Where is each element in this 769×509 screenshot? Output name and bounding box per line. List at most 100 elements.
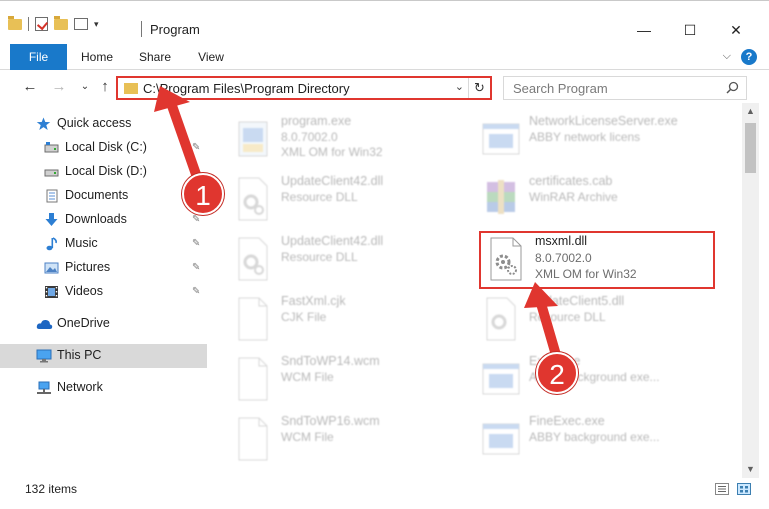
pin-icon: ✎: [192, 286, 201, 297]
list-item[interactable]: FineExec.exe ABBY background exe...: [481, 412, 721, 468]
list-item[interactable]: UpdateClient5.dll Resource DLL: [481, 292, 721, 348]
pin-icon: ✎: [192, 214, 201, 225]
sidebar-item-label: This PC: [57, 348, 102, 362]
sidebar-item-label: OneDrive: [57, 316, 110, 330]
qat-dropdown-icon[interactable]: ▾: [94, 19, 99, 30]
sidebar-item-label: Videos: [65, 284, 103, 298]
exe-file-icon: [482, 363, 520, 395]
downloads-icon: [45, 213, 58, 226]
search-input[interactable]: Search Program: [513, 81, 608, 96]
forward-button[interactable]: →: [50, 78, 68, 96]
new-folder-icon[interactable]: [54, 15, 68, 30]
sidebar-item-this-pc[interactable]: This PC: [0, 344, 207, 368]
generic-file-icon: [238, 417, 268, 461]
customize-icon[interactable]: [74, 18, 88, 30]
item-count: 132 items: [25, 482, 78, 496]
file-name: UpdateClient5.dll: [529, 294, 625, 308]
file-description: ABBY background exe...: [529, 430, 660, 444]
sidebar-item-label: Downloads: [65, 212, 127, 226]
help-button[interactable]: ?: [741, 49, 757, 65]
address-bar[interactable]: C:\Program Files\Program Directory ⌄ ↻: [116, 76, 492, 100]
list-item[interactable]: FastXml.cjk CJK File: [233, 292, 473, 348]
videos-icon: [45, 286, 58, 298]
sidebar-item-videos[interactable]: Videos ✎: [0, 280, 207, 304]
star-icon: [36, 117, 51, 130]
list-item[interactable]: Exec.exe ABBY background exe...: [481, 352, 721, 408]
generic-file-icon: [238, 297, 268, 341]
list-item[interactable]: program.exe 8.0.7002.0 XML OM for Win32: [233, 112, 473, 168]
tab-home[interactable]: Home: [76, 44, 118, 70]
scroll-thumb[interactable]: [745, 123, 756, 173]
expand-ribbon-icon[interactable]: ⌵: [723, 50, 731, 63]
tab-share[interactable]: Share: [134, 44, 176, 70]
dll-file-icon: [486, 297, 516, 341]
file-type: Resource DLL: [529, 310, 606, 324]
sidebar-item-music[interactable]: Music ✎: [0, 232, 207, 256]
properties-check-icon[interactable]: [35, 17, 48, 31]
sidebar-item-label: Network: [57, 380, 103, 394]
sidebar-item-network[interactable]: Network: [0, 376, 207, 400]
sidebar-item-local-disk-d[interactable]: Local Disk (D:) ✎: [0, 160, 207, 184]
address-dropdown-icon[interactable]: ⌄: [455, 80, 464, 93]
pictures-icon: [44, 262, 59, 274]
title-divider: [141, 21, 142, 37]
sidebar-item-label: Local Disk (C:): [65, 140, 147, 154]
navigation-pane: Quick access Local Disk (C:) ✎ Local Dis…: [0, 108, 207, 471]
sidebar-item-label: Local Disk (D:): [65, 164, 147, 178]
file-description: ABBY network licens: [529, 130, 641, 144]
file-name: SndToWP14.wcm: [281, 354, 380, 368]
sidebar-item-documents[interactable]: Documents ✎: [0, 184, 207, 208]
file-type: WinRAR Archive: [529, 190, 618, 204]
tab-file[interactable]: File: [10, 44, 67, 70]
scroll-up-icon[interactable]: ▲: [742, 103, 759, 120]
sidebar-item-downloads[interactable]: Downloads ✎: [0, 208, 207, 232]
file-type: CJK File: [281, 310, 327, 324]
sidebar-item-label: Quick access: [57, 116, 132, 130]
sidebar-item-label: Pictures: [65, 260, 111, 274]
search-icon[interactable]: [726, 81, 739, 94]
exe-file-icon: [482, 123, 520, 155]
file-name: certificates.cab: [529, 174, 613, 188]
scroll-down-icon[interactable]: ▼: [742, 461, 759, 478]
file-type: WCM File: [281, 370, 334, 384]
sidebar-item-onedrive[interactable]: OneDrive: [0, 312, 207, 336]
address-path[interactable]: C:\Program Files\Program Directory: [143, 81, 350, 96]
list-item[interactable]: SndToWP14.wcm WCM File: [233, 352, 473, 408]
dll-file-icon: [238, 237, 268, 281]
file-name: FineExec.exe: [529, 414, 605, 428]
vertical-scrollbar[interactable]: ▲ ▼: [742, 103, 759, 478]
pin-icon: ✎: [192, 262, 201, 273]
recent-locations-icon[interactable]: ⌄: [76, 78, 94, 96]
refresh-button[interactable]: ↻: [468, 78, 490, 98]
up-button[interactable]: ↑: [96, 78, 114, 96]
quick-access-toolbar: ▾: [8, 15, 99, 33]
close-button[interactable]: ✕: [713, 19, 759, 41]
file-list: program.exe 8.0.7002.0 XML OM for Win32 …: [207, 108, 742, 471]
sidebar-item-pictures[interactable]: Pictures ✎: [0, 256, 207, 280]
documents-icon: [46, 189, 58, 203]
network-icon: [37, 381, 51, 394]
list-item[interactable]: SndToWP16.wcm WCM File: [233, 412, 473, 468]
file-version: 8.0.7002.0: [281, 130, 338, 144]
back-button[interactable]: ←: [21, 78, 39, 96]
tab-view[interactable]: View: [192, 44, 230, 70]
tiles-view-icon[interactable]: [737, 483, 751, 495]
sidebar-item-quick-access[interactable]: Quick access: [0, 112, 207, 136]
pin-icon: ✎: [192, 238, 201, 249]
file-name: UpdateClient42.dll: [281, 234, 384, 248]
file-name: NetworkLicenseServer.exe: [529, 114, 678, 128]
minimize-button[interactable]: —: [621, 19, 667, 41]
file-type: Resource DLL: [281, 250, 358, 264]
list-item[interactable]: UpdateClient42.dll Resource DLL: [233, 232, 473, 288]
list-item[interactable]: NetworkLicenseServer.exe ABBY network li…: [481, 112, 721, 168]
list-item[interactable]: certificates.cab WinRAR Archive: [481, 172, 721, 228]
search-box[interactable]: Search Program: [503, 76, 747, 100]
list-item[interactable]: UpdateClient42.dll Resource DLL: [233, 172, 473, 228]
maximize-button[interactable]: ☐: [667, 19, 713, 41]
window-title: Program: [150, 22, 200, 37]
pc-icon: [36, 349, 52, 363]
sidebar-item-local-disk-c[interactable]: Local Disk (C:) ✎: [0, 136, 207, 160]
file-description: XML OM for Win32: [281, 145, 383, 159]
sidebar-item-label: Music: [65, 236, 98, 250]
details-view-icon[interactable]: [715, 483, 729, 495]
